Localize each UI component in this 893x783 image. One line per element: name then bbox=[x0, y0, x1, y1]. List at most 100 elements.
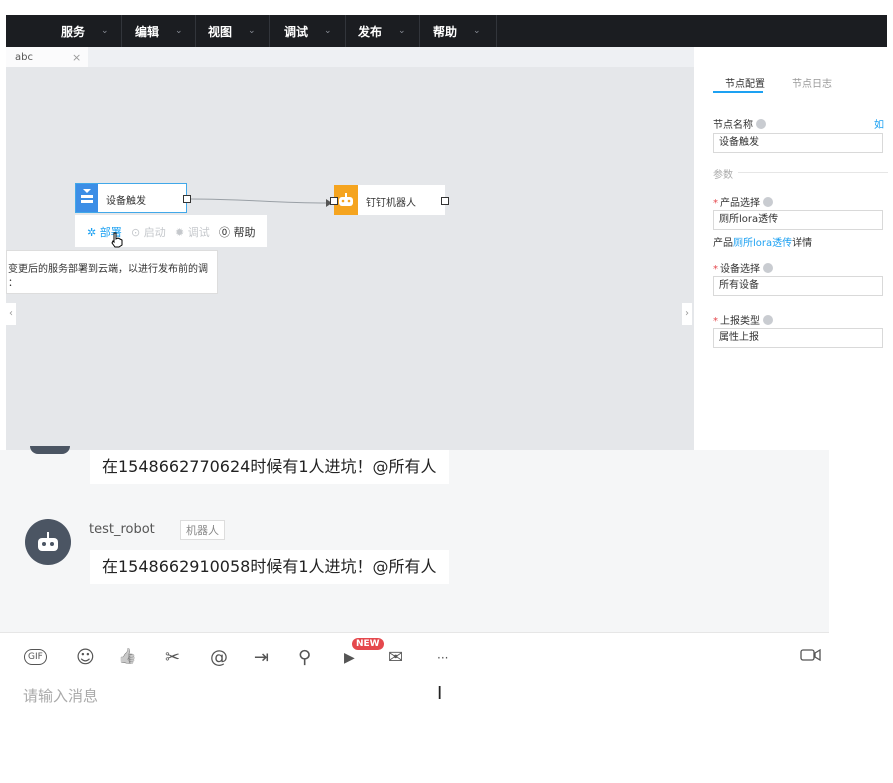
input-port[interactable] bbox=[330, 197, 338, 205]
forward-icon[interactable]: ⇥ bbox=[254, 647, 269, 668]
menu-label: 编辑 bbox=[135, 24, 160, 39]
help-action[interactable]: ⓪ 帮助 bbox=[219, 224, 256, 240]
tab-node-config[interactable]: 节点配置 bbox=[725, 75, 765, 90]
menu-divider bbox=[269, 15, 270, 47]
more-icon[interactable]: ··· bbox=[437, 651, 448, 665]
product-detail-link[interactable]: 厕所lora透传 bbox=[733, 238, 792, 249]
node-label: 钉钉机器人 bbox=[366, 198, 416, 209]
menu-label: 视图 bbox=[208, 24, 233, 39]
message-bubble: 在1548662770624时候有1人进坑！@所有人 bbox=[90, 450, 449, 484]
active-tab-underline bbox=[713, 91, 763, 93]
menu-debug[interactable]: 调试 ⌄ bbox=[284, 15, 332, 47]
scissors-icon[interactable]: ✂ bbox=[165, 647, 180, 668]
message-bubble: 在1548662910058时候有1人进坑！@所有人 bbox=[90, 550, 449, 584]
tab-node-log[interactable]: 节点日志 bbox=[792, 75, 832, 90]
menu-label: 服务 bbox=[61, 24, 86, 39]
chevron-down-icon: ⌄ bbox=[398, 26, 406, 36]
chevron-down-icon: ⌄ bbox=[101, 26, 109, 36]
device-select[interactable]: 所有设备 bbox=[713, 276, 883, 296]
label-text: 产品选择 bbox=[720, 198, 760, 209]
chat-message-list: 在1548662770624时候有1人进坑！@所有人 test_robot 机器… bbox=[0, 446, 829, 632]
menu-label: 帮助 bbox=[433, 24, 458, 39]
text-cursor-icon: I bbox=[437, 683, 443, 704]
sender-name[interactable]: test_robot bbox=[89, 522, 155, 537]
tab-label: abc bbox=[15, 52, 33, 63]
output-port[interactable] bbox=[441, 197, 449, 205]
robot-icon bbox=[38, 532, 58, 551]
output-port[interactable] bbox=[183, 195, 191, 203]
menu-publish[interactable]: 发布 ⌄ bbox=[358, 15, 406, 47]
at-icon[interactable]: @ bbox=[210, 647, 228, 668]
label-text: 节点名称 bbox=[713, 120, 753, 131]
hand-cursor-icon bbox=[111, 232, 123, 248]
deploy-tooltip: 变更后的服务部署到云端，以进行发布前的调 ： bbox=[6, 250, 218, 294]
product-detail: 产品厕所lora透传详情 bbox=[713, 234, 812, 249]
right-collapse-handle[interactable]: › bbox=[682, 303, 692, 325]
mail-icon[interactable]: ✉ bbox=[388, 647, 403, 668]
report-type-select[interactable]: 属性上报 bbox=[713, 328, 883, 348]
device-trigger-icon bbox=[76, 184, 98, 212]
required-mark: * bbox=[713, 198, 718, 209]
help-icon: ⓪ bbox=[219, 226, 230, 239]
editor-tab-bar: abc × bbox=[6, 47, 694, 67]
message-input[interactable]: 请输入消息 bbox=[23, 685, 98, 706]
start-action[interactable]: ⊙ 启动 bbox=[131, 224, 166, 240]
report-type-label: * 上报类型 bbox=[713, 312, 773, 327]
menu-service[interactable]: 服务 ⌄ bbox=[61, 15, 109, 47]
new-badge: NEW bbox=[352, 638, 384, 650]
menu-label: 调试 bbox=[284, 24, 309, 39]
params-section-label: 参数 bbox=[713, 170, 733, 181]
menu-divider bbox=[496, 15, 497, 47]
node-name-input[interactable]: 设备触发 bbox=[713, 133, 883, 153]
required-mark: * bbox=[713, 264, 718, 275]
product-label: * 产品选择 bbox=[713, 194, 773, 209]
emoji-icon[interactable]: ☺ bbox=[76, 647, 95, 668]
required-mark: * bbox=[713, 316, 718, 327]
tab-abc[interactable]: abc × bbox=[6, 47, 88, 67]
menu-label: 发布 bbox=[358, 24, 383, 39]
start-icon: ⊙ bbox=[131, 226, 141, 239]
thumbs-up-icon[interactable]: 👍 bbox=[118, 647, 137, 665]
menu-bar: 服务 ⌄ 编辑 ⌄ 视图 ⌄ 调试 ⌄ 发布 ⌄ 帮助 ⌄ bbox=[6, 15, 887, 47]
debug-action[interactable]: ✹ 调试 bbox=[175, 224, 210, 240]
product-select[interactable]: 厕所lora透传 bbox=[713, 210, 883, 230]
action-label: 调试 bbox=[187, 226, 210, 239]
gif-icon[interactable]: GIF bbox=[24, 649, 47, 665]
tooltip-text: 变更后的服务部署到云端，以进行发布前的调 bbox=[8, 264, 208, 275]
action-label: 帮助 bbox=[233, 226, 256, 239]
menu-help[interactable]: 帮助 ⌄ bbox=[433, 15, 481, 47]
menu-edit[interactable]: 编辑 ⌄ bbox=[135, 15, 183, 47]
detail-suffix: 详情 bbox=[792, 238, 813, 249]
tooltip-text-continued: ： bbox=[8, 278, 18, 289]
section-divider bbox=[738, 172, 888, 173]
label-text: 上报类型 bbox=[720, 316, 760, 327]
device-label: * 设备选择 bbox=[713, 260, 773, 275]
chevron-down-icon: ⌄ bbox=[324, 26, 332, 36]
video-call-icon[interactable] bbox=[800, 647, 822, 667]
video-message-icon[interactable]: ▶ bbox=[344, 650, 355, 666]
avatar bbox=[30, 446, 70, 454]
chevron-down-icon: ⌄ bbox=[473, 26, 481, 36]
detail-prefix: 产品 bbox=[713, 238, 733, 249]
question-icon[interactable] bbox=[763, 315, 773, 325]
node-device-trigger[interactable]: 设备触发 bbox=[75, 183, 191, 213]
question-icon[interactable] bbox=[763, 263, 773, 273]
menu-view[interactable]: 视图 ⌄ bbox=[208, 15, 256, 47]
menu-divider bbox=[345, 15, 346, 47]
robot-tag: 机器人 bbox=[180, 520, 225, 540]
menu-divider bbox=[195, 15, 196, 47]
close-icon[interactable]: × bbox=[72, 51, 81, 64]
left-collapse-handle[interactable]: ‹ bbox=[6, 303, 16, 325]
deploy-icon: ✲ bbox=[87, 226, 97, 239]
action-label: 启动 bbox=[143, 226, 166, 239]
node-label: 设备触发 bbox=[106, 196, 146, 207]
node-name-link[interactable]: 如 bbox=[874, 116, 884, 131]
question-icon[interactable] bbox=[756, 119, 766, 129]
message-composer: GIF ☺ 👍 ✂ @ ⇥ ⚲ ▶ ✉ ··· 请输入消息 I bbox=[0, 632, 829, 783]
question-icon[interactable] bbox=[763, 197, 773, 207]
node-dingtalk-robot[interactable]: 钉钉机器人 bbox=[330, 185, 449, 215]
node-action-bar: ✲ 部署 ⊙ 启动 ✹ 调试 ⓪ 帮助 bbox=[75, 215, 267, 247]
pin-icon[interactable]: ⚲ bbox=[298, 647, 311, 668]
avatar[interactable] bbox=[25, 519, 71, 565]
node-config-panel: 节点配置 节点日志 节点名称 如 设备触发 参数 * 产品选择 厕所lora透传 … bbox=[694, 47, 888, 450]
